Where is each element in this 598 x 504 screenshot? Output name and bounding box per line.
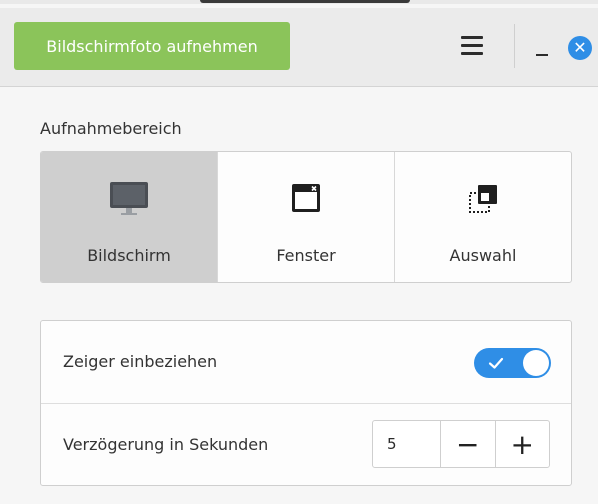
- capture-mode-selector: Bildschirm Fenster Auswahl: [40, 151, 572, 283]
- take-screenshot-button[interactable]: Bildschirmfoto aufnehmen: [14, 22, 290, 70]
- checkmark-icon: [488, 357, 504, 369]
- header-bar: Bildschirmfoto aufnehmen ✕: [0, 8, 598, 87]
- options-panel: Zeiger einbeziehen Verzögerung in Sekund…: [40, 320, 572, 486]
- window-icon: [292, 184, 320, 212]
- delay-value-field[interactable]: 5: [373, 421, 441, 467]
- hamburger-menu-icon[interactable]: [461, 36, 485, 56]
- capture-area-heading: Aufnahmebereich: [40, 119, 182, 138]
- mode-screen-label: Bildschirm: [87, 246, 171, 265]
- include-pointer-label: Zeiger einbeziehen: [63, 352, 218, 371]
- delay-label: Verzögerung in Sekunden: [63, 435, 269, 454]
- minimize-icon[interactable]: [536, 54, 548, 56]
- monitor-icon: [110, 182, 148, 215]
- mode-screen[interactable]: Bildschirm: [41, 152, 218, 282]
- increment-button[interactable]: +: [496, 421, 550, 467]
- mode-window[interactable]: Fenster: [218, 152, 395, 282]
- window-top-edge: [0, 0, 598, 4]
- delay-row: Verzögerung in Sekunden 5 − +: [41, 404, 571, 486]
- delay-stepper: 5 − +: [372, 420, 550, 468]
- mode-selection[interactable]: Auswahl: [395, 152, 571, 282]
- include-pointer-toggle[interactable]: [474, 348, 551, 378]
- selection-icon: [469, 185, 497, 213]
- close-icon[interactable]: ✕: [568, 36, 592, 60]
- decrement-button[interactable]: −: [441, 421, 496, 467]
- toggle-knob: [523, 350, 549, 376]
- mode-selection-label: Auswahl: [449, 246, 517, 265]
- header-separator: [514, 24, 515, 68]
- mode-window-label: Fenster: [276, 246, 336, 265]
- include-pointer-row: Zeiger einbeziehen: [41, 321, 571, 404]
